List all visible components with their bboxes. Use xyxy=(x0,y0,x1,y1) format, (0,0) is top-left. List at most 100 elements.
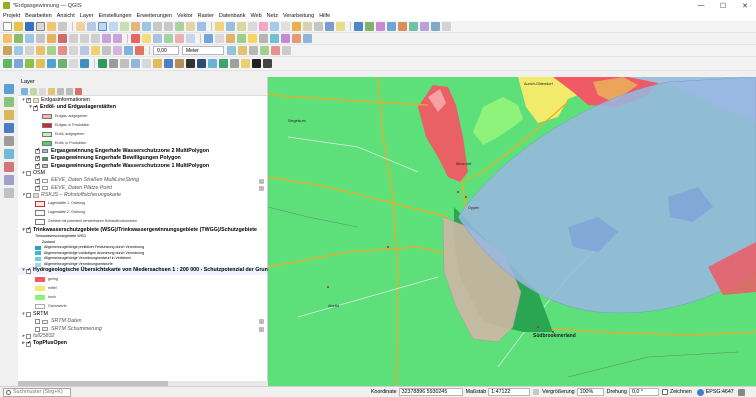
swap-icon[interactable] xyxy=(263,59,272,68)
menu-ansicht[interactable]: Ansicht xyxy=(57,13,75,19)
layer-group-osm[interactable]: ▾ OSM xyxy=(18,170,267,177)
topology-icon[interactable] xyxy=(238,46,247,55)
map-canvas[interactable]: Aurich-Oldendorf Moordorf Oppen Südbrook… xyxy=(268,77,756,386)
layer-wsz1[interactable]: Ergasgewinnung Engerhafe Wasserschutzzon… xyxy=(18,162,267,170)
cut-features-icon[interactable] xyxy=(69,34,78,43)
layer-checkbox[interactable] xyxy=(26,340,31,348)
layer-group-srtm[interactable]: ▾ SRTM xyxy=(18,311,267,318)
statistics-icon[interactable] xyxy=(270,22,279,31)
toolbox-icon[interactable] xyxy=(281,22,290,31)
digitize-icon[interactable] xyxy=(25,34,34,43)
menu-hilfe[interactable]: Hilfe xyxy=(319,13,330,19)
add-vector-layer-icon[interactable] xyxy=(3,59,12,68)
save-edits-icon[interactable] xyxy=(14,34,23,43)
raster-calc-icon[interactable] xyxy=(237,34,246,43)
menu-verarbeitung[interactable]: Verarbeitung xyxy=(283,13,314,19)
annotation-icon[interactable] xyxy=(314,22,323,31)
zoom-layer-icon[interactable] xyxy=(142,22,151,31)
tile-icon[interactable] xyxy=(230,59,239,68)
menu-projekt[interactable]: Projekt xyxy=(3,13,20,19)
scale-field[interactable]: 1:47122 xyxy=(488,388,531,396)
menu-erweiterungen[interactable]: Erweiterungen xyxy=(137,13,172,19)
crs-globe-icon[interactable] xyxy=(696,388,704,396)
field-calculator-icon[interactable] xyxy=(259,22,268,31)
layer-checkbox[interactable] xyxy=(35,177,40,184)
save-project-icon[interactable] xyxy=(25,22,34,31)
identify-icon[interactable] xyxy=(215,22,224,31)
label-change-icon[interactable] xyxy=(186,34,195,43)
metasearch-icon[interactable] xyxy=(303,34,312,43)
maximize-button[interactable]: ☐ xyxy=(712,0,734,11)
remove-layer-icon[interactable] xyxy=(75,87,82,95)
add-wms-icon[interactable] xyxy=(80,59,89,68)
rotate-feature-icon[interactable] xyxy=(14,46,23,55)
close-button[interactable]: ✕ xyxy=(734,0,756,11)
sum-icon[interactable] xyxy=(292,22,301,31)
layer-checkbox[interactable] xyxy=(35,326,40,332)
layer-hydrogeologie[interactable]: ▾ Hydrogeologische Übersichtskarte von N… xyxy=(18,267,322,275)
zoom-value-field[interactable]: 0,00 xyxy=(153,46,179,55)
zoom-last-icon[interactable] xyxy=(153,22,162,31)
undo-icon[interactable] xyxy=(102,34,111,43)
rotation-field[interactable]: 0,0 ° xyxy=(628,388,659,396)
add-vector-tile-icon[interactable] xyxy=(131,59,140,68)
add-xyz-icon[interactable] xyxy=(120,59,129,68)
layer-full25832[interactable]: ▸ full25832 xyxy=(18,333,267,340)
pan-selection-icon[interactable] xyxy=(87,22,96,31)
copy-features-icon[interactable] xyxy=(80,34,89,43)
layer-checkbox[interactable] xyxy=(33,104,38,111)
label-move-icon[interactable] xyxy=(164,34,173,43)
add-tile-icon[interactable] xyxy=(4,188,14,198)
add-ring-icon[interactable] xyxy=(36,46,45,55)
layer-checkbox[interactable] xyxy=(26,193,31,199)
new-temp-layer-icon[interactable] xyxy=(175,59,184,68)
new-shapefile-icon[interactable] xyxy=(153,59,162,68)
menu-raster[interactable]: Raster xyxy=(198,13,214,19)
delete-selected-icon[interactable] xyxy=(58,34,67,43)
menu-netz[interactable]: Netz xyxy=(267,13,278,19)
coordinate-field[interactable]: 32378896 5930245 xyxy=(398,388,463,396)
split-features-icon[interactable] xyxy=(91,46,100,55)
bookmark-icon[interactable] xyxy=(336,22,345,31)
layer-checkbox[interactable] xyxy=(35,319,40,325)
reshape-icon[interactable] xyxy=(69,46,78,55)
render-checkbox[interactable] xyxy=(661,389,668,395)
label-rotate-icon[interactable] xyxy=(175,34,184,43)
menu-datenbank[interactable]: Datenbank xyxy=(219,13,246,19)
add-postgis-icon[interactable] xyxy=(58,59,67,68)
browse-icon[interactable] xyxy=(241,59,250,68)
zoom-next-icon[interactable] xyxy=(164,22,173,31)
rotate-symbols-icon[interactable] xyxy=(124,46,133,55)
add-wfs-icon[interactable] xyxy=(98,59,107,68)
select-features-icon[interactable] xyxy=(237,22,246,31)
pan-hand-icon[interactable] xyxy=(76,22,85,31)
snap-config-icon[interactable] xyxy=(282,46,291,55)
add-mssql-icon[interactable] xyxy=(4,136,14,146)
magnifier-field[interactable]: 100% xyxy=(576,388,604,396)
menu-einstellungen[interactable]: Einstellungen xyxy=(99,13,132,19)
new-map-view-icon[interactable] xyxy=(175,22,184,31)
zoom-out-icon[interactable] xyxy=(109,22,118,31)
locator-search[interactable]: Suchmuster (Strg+K) xyxy=(3,387,71,397)
pointer-icon[interactable] xyxy=(252,59,261,68)
plugin3-icon[interactable] xyxy=(387,22,396,31)
minimize-button[interactable]: — xyxy=(690,0,712,11)
layer-checkbox[interactable] xyxy=(26,97,31,104)
layer-indicator-icon[interactable] xyxy=(259,319,264,325)
redo-icon[interactable] xyxy=(113,34,122,43)
layer-plaetze[interactable]: EEVE_Daten Plätze Point xyxy=(18,184,267,192)
self-snapping-icon[interactable] xyxy=(260,46,269,55)
gps-icon[interactable] xyxy=(292,34,301,43)
open-project-icon[interactable] xyxy=(14,22,23,31)
layer-wsz2[interactable]: Ergasgewinnung Engerhafe Wasserschutzzon… xyxy=(18,147,267,155)
add-wcs-icon[interactable] xyxy=(109,59,118,68)
vector-tools-icon[interactable] xyxy=(270,34,279,43)
layer-indicator-icon[interactable] xyxy=(259,185,264,191)
warning-icon[interactable] xyxy=(248,34,257,43)
geoprocessing-icon[interactable] xyxy=(226,34,235,43)
offset-curve-icon[interactable] xyxy=(80,46,89,55)
zoom-full-icon[interactable] xyxy=(120,22,129,31)
layer-lagerstaetten[interactable]: ▾ Erdöl- und Erdgaslagerstätten xyxy=(18,104,267,111)
merge-features-icon[interactable] xyxy=(102,46,111,55)
deselect-icon[interactable] xyxy=(248,22,257,31)
